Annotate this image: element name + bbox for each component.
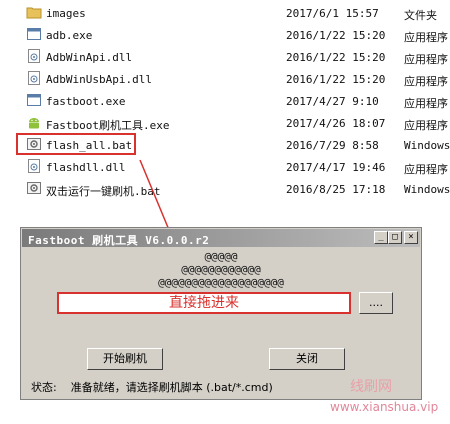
status-bar: 状态: 准备就绪，请选择刷机脚本 (.bat/*.cmd) — [31, 379, 273, 395]
dll-icon — [26, 48, 42, 64]
file-type: 应用程序 — [404, 31, 448, 44]
ascii-art-line: @@@@@ — [204, 250, 238, 263]
file-date: 2016/1/22 15:20 — [286, 73, 386, 86]
file-name: AdbWinApi.dll — [46, 51, 133, 64]
file-type: Windows — [404, 183, 450, 196]
file-name: images — [46, 7, 86, 20]
file-type: 应用程序 — [404, 75, 448, 88]
file-type: 应用程序 — [404, 97, 448, 110]
file-type: Windows — [404, 139, 450, 152]
watermark-url: www.xianshua.vip — [330, 400, 439, 414]
file-type: 应用程序 — [404, 119, 448, 132]
android-icon — [26, 114, 42, 130]
maximize-icon[interactable]: □ — [388, 231, 402, 244]
file-row[interactable]: flashdll.dll 2017/4/17 19:46 应用程序 — [0, 156, 450, 178]
file-date: 2017/4/26 18:07 — [286, 117, 386, 130]
file-name: AdbWinUsbApi.dll — [46, 73, 152, 86]
file-type: 应用程序 — [404, 53, 448, 66]
file-list: images 2017/6/1 15:57 文件夹 adb.exe 2016/1/22 … — [0, 0, 450, 206]
file-type: 文件夹 — [404, 9, 437, 22]
dialog-titlebar[interactable]: Fastboot 刷机工具 V6.0.0.r2 _ □ × — [22, 229, 420, 247]
file-date: 2017/4/17 19:46 — [286, 161, 386, 174]
status-text: 准备就绪，请选择刷机脚本 (.bat/*.cmd) — [70, 381, 273, 394]
fastboot-dialog: Fastboot 刷机工具 V6.0.0.r2 _ □ × @@@@@ @@@@… — [20, 227, 422, 400]
file-name: fastboot.exe — [46, 95, 126, 108]
ascii-art-line: @@@@@@@@@@@@@@@@@@@ — [158, 276, 284, 289]
file-row[interactable]: AdbWinUsbApi.dll 2016/1/22 15:20 应用程序 — [0, 68, 450, 90]
file-date: 2017/6/1 15:57 — [286, 7, 379, 20]
browse-button[interactable]: .... — [359, 292, 393, 314]
file-date: 2016/1/22 15:20 — [286, 29, 386, 42]
dll-icon — [26, 158, 42, 174]
bat-icon — [26, 180, 42, 196]
file-name: 双击运行一键刷机.bat — [46, 185, 161, 198]
dialog-title: Fastboot 刷机工具 V6.0.0.r2 — [28, 234, 210, 247]
file-type: 应用程序 — [404, 163, 448, 176]
file-row[interactable]: images 2017/6/1 15:57 文件夹 — [0, 2, 450, 24]
watermark-text: 线刷网 — [350, 379, 392, 395]
file-name: flashdll.dll — [46, 161, 126, 174]
exe-icon — [26, 26, 42, 42]
file-date: 2016/7/29 8:58 — [286, 139, 379, 152]
file-date: 2017/4/27 9:10 — [286, 95, 379, 108]
close-icon[interactable]: × — [404, 231, 418, 244]
highlight-box — [16, 133, 136, 155]
exe-icon — [26, 92, 42, 108]
folder-icon — [26, 4, 42, 20]
file-row[interactable]: adb.exe 2016/1/22 15:20 应用程序 — [0, 24, 450, 46]
file-name: Fastboot刷机工具.exe — [46, 119, 170, 132]
file-row[interactable]: Fastboot刷机工具.exe 2017/4/26 18:07 应用程序 — [0, 112, 450, 134]
minimize-icon[interactable]: _ — [374, 231, 388, 244]
file-date: 2016/8/25 17:18 — [286, 183, 386, 196]
status-label: 状态: — [31, 381, 57, 394]
start-flash-button[interactable]: 开始刷机 — [87, 348, 163, 370]
dll-icon — [26, 70, 42, 86]
close-button[interactable]: 关闭 — [269, 348, 345, 370]
file-row[interactable]: 双击运行一键刷机.bat 2016/8/25 17:18 Windows — [0, 178, 450, 200]
file-date: 2016/1/22 15:20 — [286, 51, 386, 64]
ascii-art-line: @@@@@@@@@@@@ — [181, 263, 261, 276]
file-row[interactable]: AdbWinApi.dll 2016/1/22 15:20 应用程序 — [0, 46, 450, 68]
script-path-input[interactable]: 直接拖进来 — [57, 292, 351, 314]
file-row[interactable]: fastboot.exe 2017/4/27 9:10 应用程序 — [0, 90, 450, 112]
file-name: adb.exe — [46, 29, 93, 42]
